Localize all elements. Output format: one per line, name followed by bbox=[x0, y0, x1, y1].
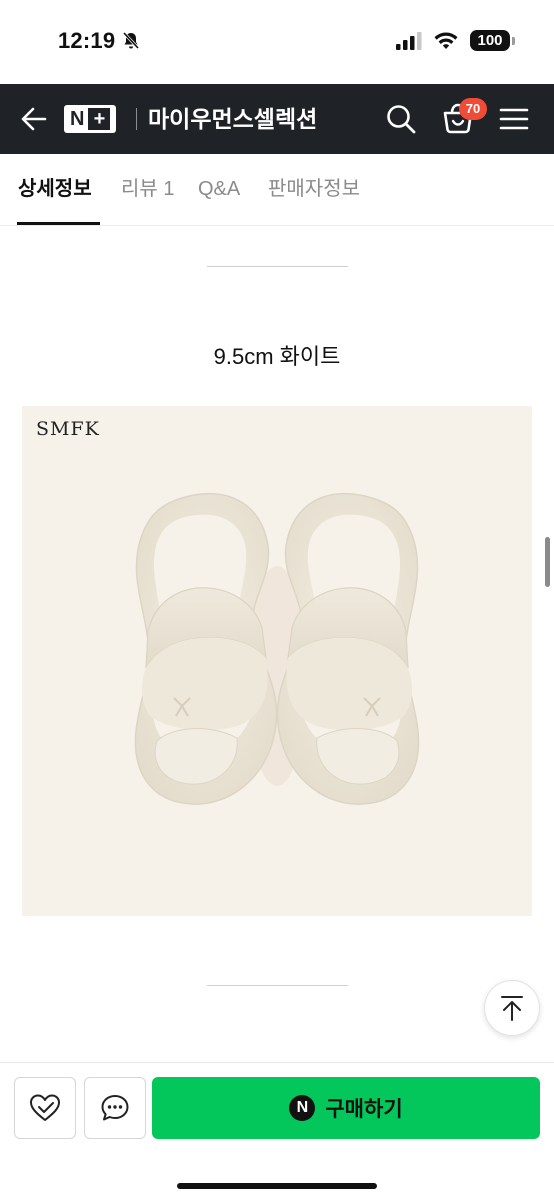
status-time: 12:19 bbox=[58, 28, 116, 53]
store-name[interactable]: 마이우먼스셀렉션 bbox=[148, 102, 317, 136]
right-sandal bbox=[276, 492, 420, 805]
menu-button[interactable] bbox=[498, 104, 530, 134]
mute-bell-icon bbox=[123, 31, 140, 50]
content-divider-bottom bbox=[207, 985, 348, 986]
status-bar: 12:19 100 bbox=[0, 0, 554, 84]
scroll-to-top-icon bbox=[501, 996, 523, 1021]
content-divider-top bbox=[207, 266, 348, 267]
option-title: 9.5cm 화이트 bbox=[213, 344, 341, 369]
scrollbar[interactable] bbox=[545, 537, 550, 587]
logo-plus-box: + bbox=[88, 108, 111, 130]
active-tab-indicator bbox=[17, 222, 100, 225]
back-arrow-icon bbox=[21, 107, 47, 131]
bottom-action-bar: N 구매하기 bbox=[0, 1062, 554, 1200]
tab-detail-info[interactable]: 상세정보 bbox=[18, 174, 92, 204]
buy-button-label: 구매하기 bbox=[325, 1098, 403, 1121]
chat-bubble-icon bbox=[101, 1095, 129, 1121]
naver-plus-logo[interactable]: N + bbox=[64, 105, 117, 133]
tab-seller-info[interactable]: 판매자정보 bbox=[268, 174, 360, 204]
battery-icon: 100 bbox=[470, 30, 515, 51]
naver-pay-n-icon: N bbox=[289, 1095, 316, 1121]
tab-qna[interactable]: Q&A bbox=[198, 174, 240, 204]
tab-reviews[interactable]: 리뷰 1 bbox=[121, 174, 174, 204]
zzim-heart-check-icon bbox=[30, 1094, 60, 1121]
zzim-button[interactable] bbox=[14, 1077, 76, 1139]
status-time-group: 12:19 bbox=[58, 28, 141, 54]
brand-divider bbox=[136, 108, 137, 130]
logo-plus: + bbox=[93, 108, 106, 130]
status-icons: 100 bbox=[396, 30, 515, 51]
sandals-illustration bbox=[134, 492, 420, 805]
cellular-signal-icon bbox=[396, 31, 422, 50]
top-navigation-bar: N + 마이우먼스셀렉션 70 bbox=[0, 84, 554, 154]
left-sandal bbox=[134, 492, 278, 805]
buy-button[interactable]: N 구매하기 bbox=[152, 1077, 540, 1139]
battery-level: 100 bbox=[477, 32, 503, 49]
chat-button[interactable] bbox=[84, 1077, 146, 1139]
logo-n: N bbox=[70, 108, 85, 130]
cart-count-badge: 70 bbox=[459, 98, 487, 120]
home-indicator bbox=[177, 1183, 377, 1189]
detail-tabs: 상세정보 리뷰 1 Q&A 판매자정보 bbox=[0, 154, 554, 226]
wifi-icon bbox=[434, 32, 458, 49]
menu-icon bbox=[499, 108, 529, 130]
product-image: SMFK bbox=[22, 406, 532, 916]
scroll-to-top-button[interactable] bbox=[484, 980, 540, 1036]
search-button[interactable] bbox=[384, 102, 418, 136]
back-button[interactable] bbox=[18, 103, 50, 135]
search-icon bbox=[387, 105, 416, 134]
